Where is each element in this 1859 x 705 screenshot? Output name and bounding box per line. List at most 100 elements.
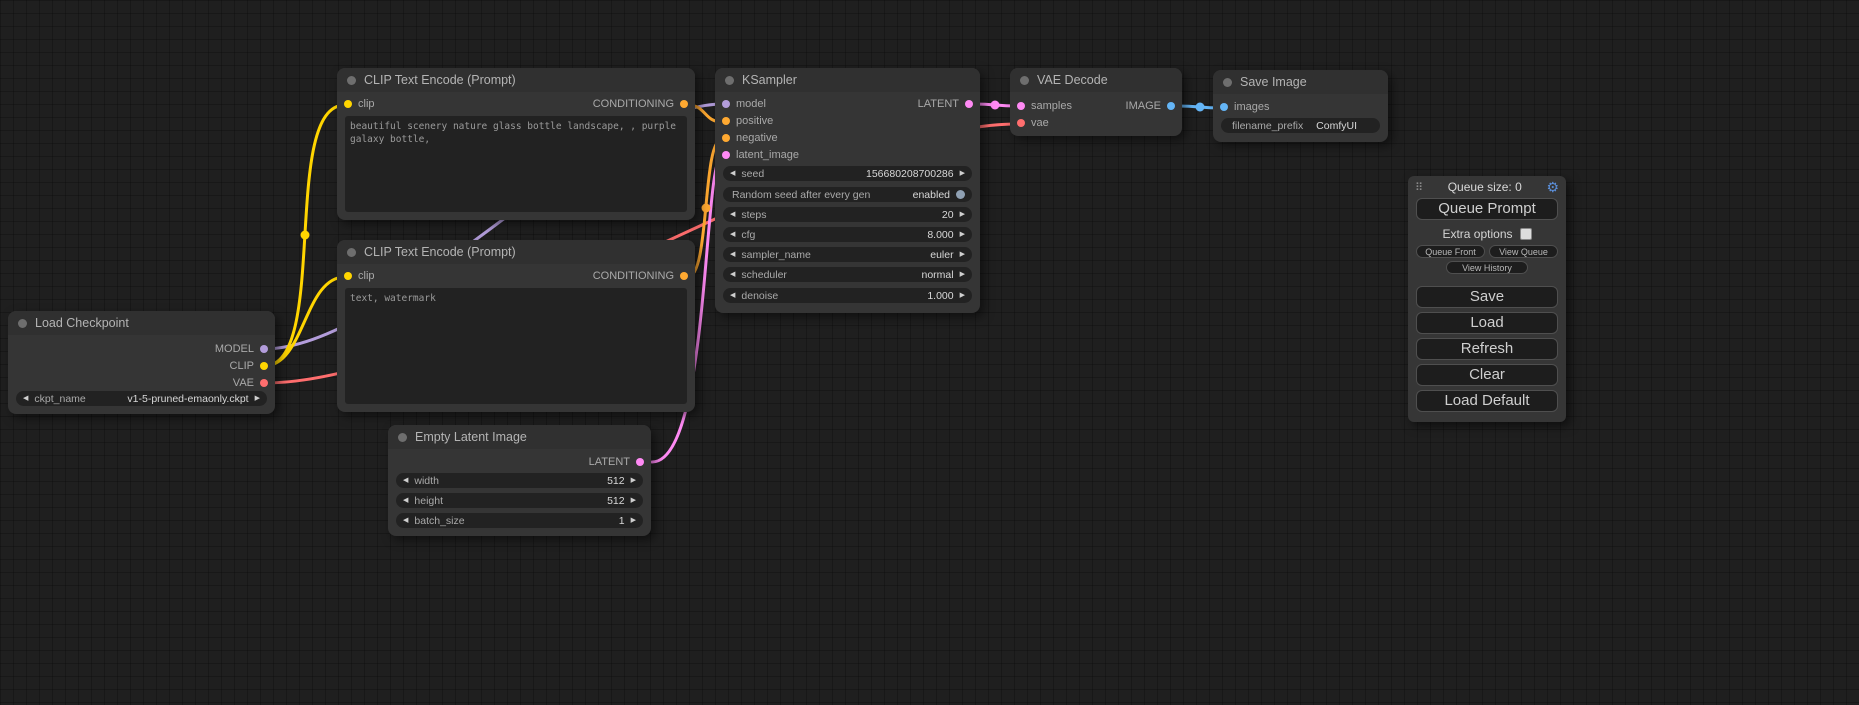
save-button[interactable]: Save — [1416, 286, 1558, 308]
output-slot-model[interactable]: MODEL — [215, 341, 268, 357]
clear-button[interactable]: Clear — [1416, 364, 1558, 386]
node-empty-latent-image[interactable]: Empty Latent Image LATENT ◀ width 512 ▶ … — [388, 425, 651, 536]
decrement-arrow-icon[interactable]: ◀ — [403, 477, 408, 484]
clip-port-icon[interactable] — [344, 272, 352, 280]
node-title-bar[interactable]: Empty Latent Image — [388, 425, 651, 449]
conditioning-port-icon[interactable] — [722, 134, 730, 142]
node-title-bar[interactable]: KSampler — [715, 68, 980, 92]
collapse-dot-icon[interactable] — [18, 319, 27, 328]
node-title-bar[interactable]: VAE Decode — [1010, 68, 1182, 92]
widget-cfg[interactable]: ◀ cfg 8.000 ▶ — [723, 227, 972, 242]
increment-arrow-icon[interactable]: ▶ — [960, 292, 965, 299]
output-slot-latent[interactable]: LATENT — [589, 454, 644, 470]
latent-port-icon[interactable] — [965, 100, 973, 108]
node-title-bar[interactable]: CLIP Text Encode (Prompt) — [337, 68, 695, 92]
input-slot-images[interactable]: images — [1220, 99, 1269, 115]
widget-random-seed-toggle[interactable]: Random seed after every gen enabled — [723, 187, 972, 202]
node-vae-decode[interactable]: VAE Decode samples vae IMAGE — [1010, 68, 1182, 136]
output-slot-conditioning[interactable]: CONDITIONING — [593, 268, 688, 284]
input-slot-negative[interactable]: negative — [722, 130, 778, 146]
conditioning-port-icon[interactable] — [680, 100, 688, 108]
output-slot-clip[interactable]: CLIP — [230, 358, 268, 374]
decrement-arrow-icon[interactable]: ◀ — [403, 517, 408, 524]
decrement-arrow-icon[interactable]: ◀ — [730, 211, 735, 218]
increment-arrow-icon[interactable]: ▶ — [960, 211, 965, 218]
collapse-dot-icon[interactable] — [398, 433, 407, 442]
vae-port-icon[interactable] — [260, 379, 268, 387]
latent-port-icon[interactable] — [1017, 102, 1025, 110]
increment-arrow-icon[interactable]: ▶ — [631, 477, 636, 484]
decrement-arrow-icon[interactable]: ◀ — [730, 251, 735, 258]
node-clip-text-encode-positive[interactable]: CLIP Text Encode (Prompt) clip CONDITION… — [337, 68, 695, 220]
widget-steps[interactable]: ◀ steps 20 ▶ — [723, 207, 972, 222]
clip-port-icon[interactable] — [344, 100, 352, 108]
output-slot-conditioning[interactable]: CONDITIONING — [593, 96, 688, 112]
collapse-dot-icon[interactable] — [347, 76, 356, 85]
increment-arrow-icon[interactable]: ▶ — [960, 251, 965, 258]
input-slot-samples[interactable]: samples — [1017, 98, 1072, 114]
input-slot-clip[interactable]: clip — [344, 268, 375, 284]
collapse-dot-icon[interactable] — [725, 76, 734, 85]
view-history-button[interactable]: View History — [1446, 261, 1528, 274]
increment-arrow-icon[interactable]: ▶ — [960, 170, 965, 177]
decrement-arrow-icon[interactable]: ◀ — [23, 395, 28, 402]
node-load-checkpoint[interactable]: Load Checkpoint MODEL CLIP VAE ◀ ckpt_na… — [8, 311, 275, 414]
queue-front-button[interactable]: Queue Front — [1416, 245, 1485, 258]
widget-denoise[interactable]: ◀ denoise 1.000 ▶ — [723, 288, 972, 303]
decrement-arrow-icon[interactable]: ◀ — [403, 497, 408, 504]
decrement-arrow-icon[interactable]: ◀ — [730, 231, 735, 238]
conditioning-port-icon[interactable] — [722, 117, 730, 125]
load-button[interactable]: Load — [1416, 312, 1558, 334]
increment-arrow-icon[interactable]: ▶ — [960, 271, 965, 278]
increment-arrow-icon[interactable]: ▶ — [255, 395, 260, 402]
node-save-image[interactable]: Save Image images filename_prefix ComfyU… — [1213, 70, 1388, 142]
queue-prompt-button[interactable]: Queue Prompt — [1416, 198, 1558, 220]
settings-gear-icon[interactable]: ⚙ — [1546, 180, 1559, 194]
queue-panel[interactable]: ⠿ Queue size: 0 ⚙ Queue Prompt Extra opt… — [1408, 176, 1566, 422]
increment-arrow-icon[interactable]: ▶ — [960, 231, 965, 238]
node-ksampler[interactable]: KSampler model positive negative latent_… — [715, 68, 980, 313]
latent-port-icon[interactable] — [722, 151, 730, 159]
widget-seed[interactable]: ◀ seed 156680208700286 ▶ — [723, 166, 972, 181]
input-slot-latent-image[interactable]: latent_image — [722, 147, 799, 163]
input-slot-vae[interactable]: vae — [1017, 115, 1049, 131]
node-graph-canvas[interactable]: Load Checkpoint MODEL CLIP VAE ◀ ckpt_na… — [0, 0, 1859, 705]
image-port-icon[interactable] — [1167, 102, 1175, 110]
decrement-arrow-icon[interactable]: ◀ — [730, 271, 735, 278]
widget-batch-size[interactable]: ◀ batch_size 1 ▶ — [396, 513, 643, 528]
view-queue-button[interactable]: View Queue — [1489, 245, 1558, 258]
node-clip-text-encode-negative[interactable]: CLIP Text Encode (Prompt) clip CONDITION… — [337, 240, 695, 412]
image-port-icon[interactable] — [1220, 103, 1228, 111]
conditioning-port-icon[interactable] — [680, 272, 688, 280]
widget-sampler-name[interactable]: ◀ sampler_name euler ▶ — [723, 247, 972, 262]
decrement-arrow-icon[interactable]: ◀ — [730, 170, 735, 177]
drag-handle-icon[interactable]: ⠿ — [1415, 181, 1423, 194]
model-port-icon[interactable] — [722, 100, 730, 108]
refresh-button[interactable]: Refresh — [1416, 338, 1558, 360]
widget-height[interactable]: ◀ height 512 ▶ — [396, 493, 643, 508]
input-slot-clip[interactable]: clip — [344, 96, 375, 112]
prompt-textarea[interactable]: beautiful scenery nature glass bottle la… — [345, 116, 687, 212]
vae-port-icon[interactable] — [1017, 119, 1025, 127]
widget-ckpt-name[interactable]: ◀ ckpt_name v1-5-pruned-emaonly.ckpt ▶ — [16, 391, 267, 406]
toggle-icon[interactable] — [956, 190, 965, 199]
input-slot-model[interactable]: model — [722, 96, 766, 112]
increment-arrow-icon[interactable]: ▶ — [631, 497, 636, 504]
decrement-arrow-icon[interactable]: ◀ — [730, 292, 735, 299]
latent-port-icon[interactable] — [636, 458, 644, 466]
model-port-icon[interactable] — [260, 345, 268, 353]
clip-port-icon[interactable] — [260, 362, 268, 370]
widget-scheduler[interactable]: ◀ scheduler normal ▶ — [723, 267, 972, 282]
output-slot-latent[interactable]: LATENT — [918, 96, 973, 112]
prompt-textarea[interactable]: text, watermark — [345, 288, 687, 404]
widget-filename-prefix[interactable]: filename_prefix ComfyUI — [1221, 118, 1380, 133]
input-slot-positive[interactable]: positive — [722, 113, 773, 129]
collapse-dot-icon[interactable] — [1223, 78, 1232, 87]
collapse-dot-icon[interactable] — [1020, 76, 1029, 85]
widget-width[interactable]: ◀ width 512 ▶ — [396, 473, 643, 488]
node-title-bar[interactable]: Load Checkpoint — [8, 311, 275, 335]
node-title-bar[interactable]: CLIP Text Encode (Prompt) — [337, 240, 695, 264]
increment-arrow-icon[interactable]: ▶ — [631, 517, 636, 524]
load-default-button[interactable]: Load Default — [1416, 390, 1558, 412]
output-slot-image[interactable]: IMAGE — [1126, 98, 1175, 114]
